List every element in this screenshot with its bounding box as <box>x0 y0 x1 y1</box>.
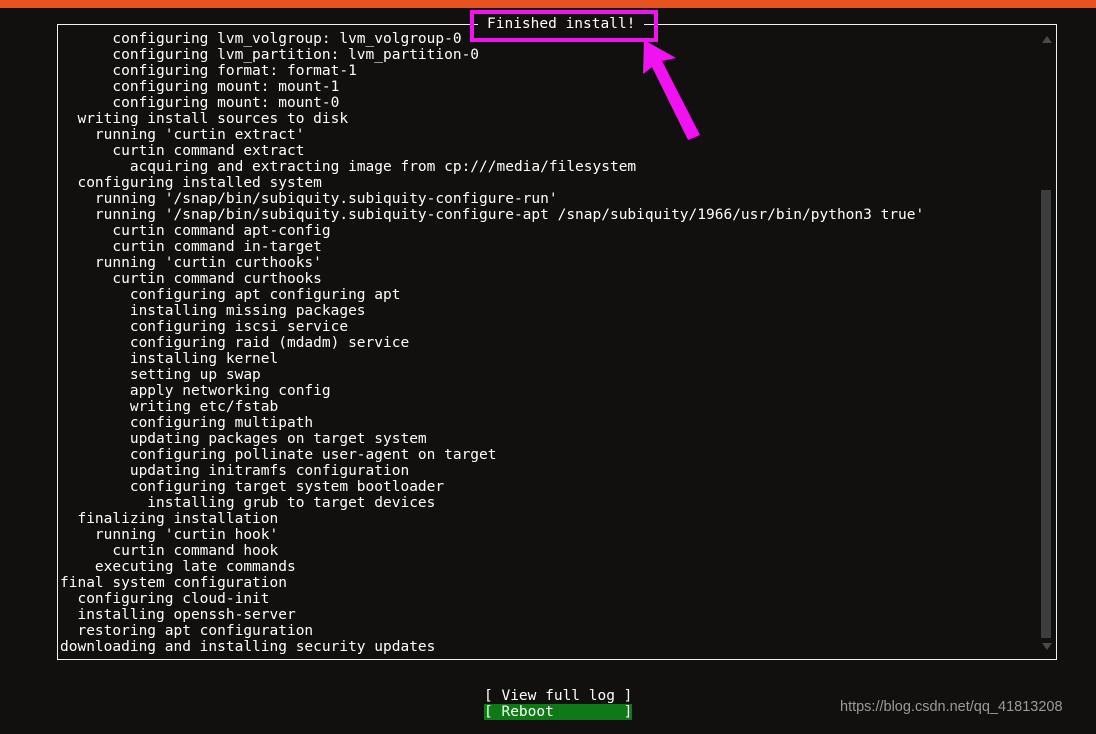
log-line: writing install sources to disk <box>60 111 349 127</box>
log-line: configuring installed system <box>60 175 322 191</box>
log-line: running 'curtin curthooks' <box>60 255 322 271</box>
log-line: curtin command extract <box>60 143 305 159</box>
log-line: downloading and installing security upda… <box>60 639 436 655</box>
log-line: running 'curtin extract' <box>60 127 305 143</box>
log-line: configuring pollinate user-agent on targ… <box>60 447 497 463</box>
log-line: configuring format: format-1 <box>60 63 357 79</box>
log-line: installing kernel <box>60 351 279 367</box>
log-line: curtin command curthooks <box>60 271 322 287</box>
watermark: https://blog.csdn.net/qq_41813208 <box>840 699 1063 715</box>
scroll-down-arrow-icon[interactable] <box>1042 643 1052 650</box>
log-line: configuring target system bootloader <box>60 479 445 495</box>
log-line: writing etc/fstab <box>60 399 279 415</box>
log-line: running '/snap/bin/subiquity.subiquity-c… <box>60 191 558 207</box>
log-line: apply networking config <box>60 383 331 399</box>
scrollbar-thumb[interactable] <box>1041 190 1051 638</box>
log-line: curtin command hook <box>60 543 279 559</box>
log-line: restoring apt configuration <box>60 623 314 639</box>
log-line: configuring mount: mount-0 <box>60 95 340 111</box>
log-line: acquiring and extracting image from cp:/… <box>60 159 637 175</box>
log-line: configuring cloud-init <box>60 591 270 607</box>
log-line: running '/snap/bin/subiquity.subiquity-c… <box>60 207 925 223</box>
install-log[interactable]: configuring lvm_volgroup: lvm_volgroup-0… <box>60 31 1035 657</box>
log-line: curtin command apt-config <box>60 223 331 239</box>
log-line: curtin command in-target <box>60 239 322 255</box>
scroll-up-arrow-icon[interactable] <box>1042 36 1052 43</box>
log-line: running 'curtin hook' <box>60 527 279 543</box>
log-line: configuring lvm_partition: lvm_partition… <box>60 47 480 63</box>
log-line: installing missing packages <box>60 303 366 319</box>
log-line: final system configuration <box>60 575 287 591</box>
log-line: finalizing installation <box>60 511 279 527</box>
log-scrollbar[interactable] <box>1040 28 1054 656</box>
log-line: configuring iscsi service <box>60 319 349 335</box>
log-line: installing grub to target devices <box>60 495 436 511</box>
log-line: updating initramfs configuration <box>60 463 410 479</box>
log-line: configuring multipath <box>60 415 314 431</box>
top-accent-bar <box>0 0 1096 8</box>
log-line: updating packages on target system <box>60 431 427 447</box>
log-line: configuring raid (mdadm) service <box>60 335 410 351</box>
log-line: configuring apt configuring apt <box>60 287 401 303</box>
log-line: configuring mount: mount-1 <box>60 79 340 95</box>
view-full-log-button[interactable]: [ View full log ] <box>484 688 632 704</box>
log-line: configuring lvm_volgroup: lvm_volgroup-0 <box>60 31 462 47</box>
log-line: installing openssh-server <box>60 607 296 623</box>
reboot-button[interactable]: [ Reboot ] <box>484 704 633 720</box>
log-line: executing late commands <box>60 559 296 575</box>
log-line: setting up swap <box>60 367 261 383</box>
